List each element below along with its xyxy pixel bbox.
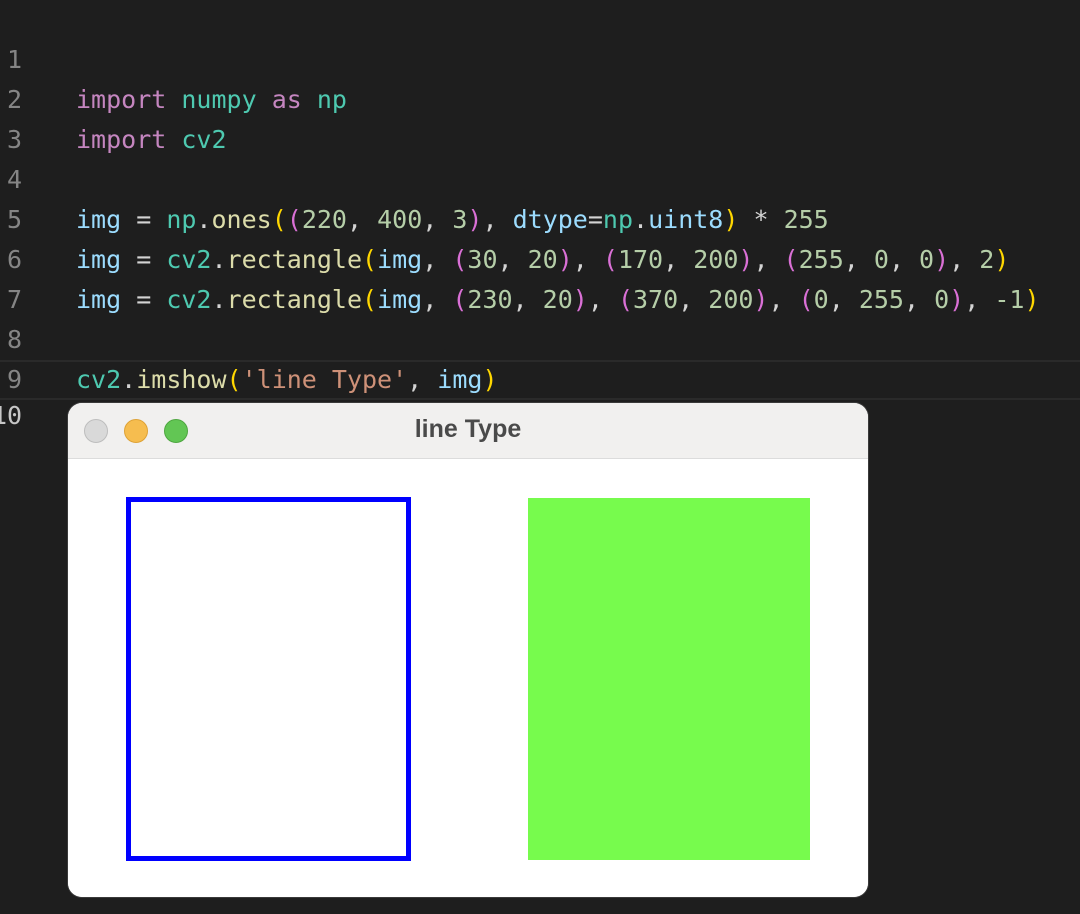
code-line-10[interactable]: 10 cv2.destroyAllWindows()	[0, 360, 1080, 466]
green-filled-rectangle	[528, 498, 810, 860]
code-line-5[interactable]: 5 img = cv2.rectangle(img, (30, 20), (17…	[0, 160, 1080, 274]
code-line-9[interactable]: 9 cv2.waitKey(0)	[0, 320, 1080, 434]
code-line-2[interactable]: 2 import cv2	[0, 40, 1080, 154]
image-canvas	[68, 459, 868, 897]
code-line-3[interactable]: 3	[0, 80, 1080, 154]
image-window[interactable]: line Type	[68, 403, 868, 897]
blue-outline-rectangle	[126, 497, 411, 861]
line-number: 10	[0, 401, 23, 430]
window-title: line Type	[414, 415, 522, 443]
code-line-8[interactable]: 8 cv2.imshow('line Type', img)	[0, 280, 1080, 394]
code-line-1[interactable]: 1 import numpy as np	[0, 0, 1080, 114]
code-line-7[interactable]: 7	[0, 240, 1080, 314]
code-line-4[interactable]: 4 img = np.ones((220, 400, 3), dtype=np.…	[0, 120, 1080, 234]
code-line-6[interactable]: 6 img = cv2.rectangle(img, (230, 20), (3…	[0, 200, 1080, 314]
window-titlebar[interactable]: line Type	[68, 403, 868, 459]
